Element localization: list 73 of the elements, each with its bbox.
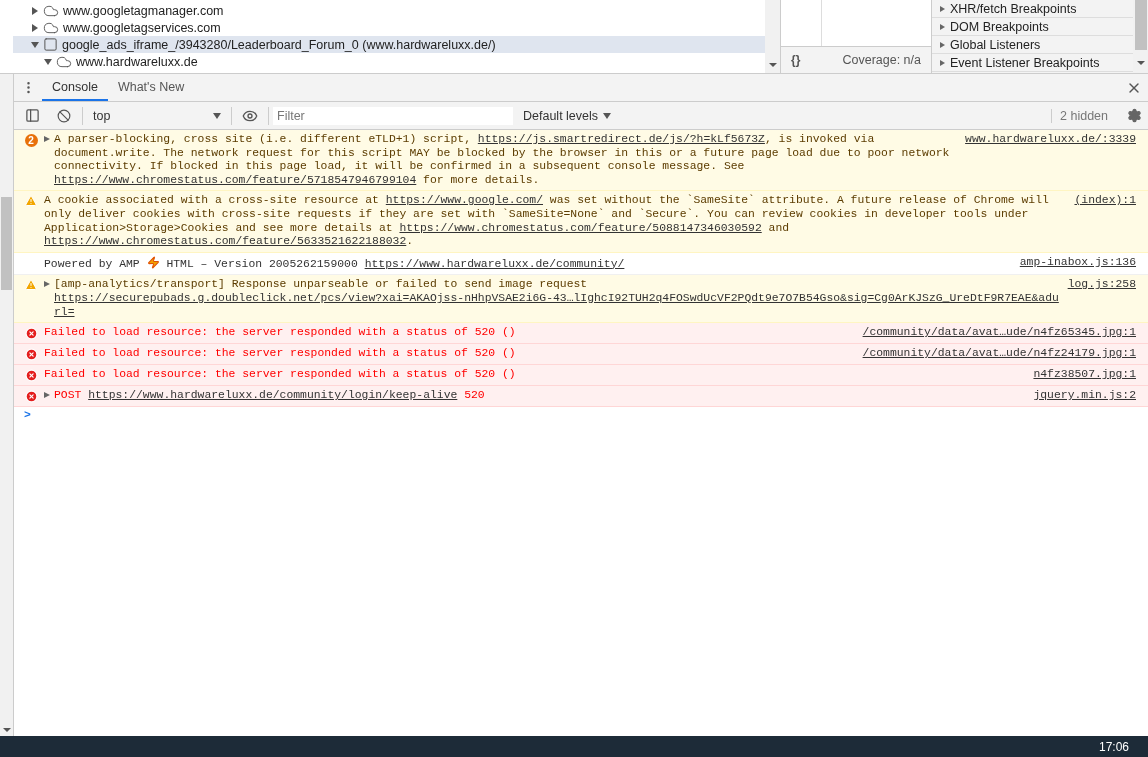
hidden-count: 2 hidden — [1051, 108, 1116, 123]
expand-arrow-icon[interactable] — [44, 281, 50, 288]
message-text: Failed to load resource: the server responded with a status of 520 () — [44, 326, 517, 340]
scrollbar[interactable] — [1133, 0, 1148, 73]
source-link[interactable]: n4fz38507.jpg:1 — [1033, 368, 1136, 382]
expand-arrow-icon[interactable] — [940, 41, 945, 48]
section-title: Event Listener Breakpoints — [950, 55, 1100, 70]
message-link[interactable]: https://www.hardwareluxx.de/community/login/keep-alive — [88, 389, 458, 403]
pretty-print-button[interactable]: {} — [791, 53, 801, 67]
source-link[interactable]: /community/data/avat…ude/n4fz65345.jpg:1 — [862, 326, 1136, 340]
expand-arrow-icon[interactable] — [44, 136, 50, 142]
message-link[interactable]: https://www.chromestatus.com/feature/5718547946799104 — [54, 173, 417, 188]
message-link[interactable]: https://www.hardwareluxx.de/community/ — [364, 257, 625, 272]
warning-icon — [25, 195, 37, 208]
message-link[interactable]: https://www.google.com/ — [385, 194, 543, 208]
message-text: Failed to load resource: the server responded with a status of 520 () — [44, 347, 517, 361]
section-title: Global Listeners — [950, 37, 1041, 52]
scrollbar[interactable] — [0, 74, 13, 736]
expand-arrow-icon[interactable] — [32, 6, 38, 15]
expand-arrow-icon[interactable] — [940, 5, 945, 12]
message-link[interactable]: https://securepubads.g.doubleclick.net/pcs/view?xai=AKAOjss-nHhpVSAE2i6G-43…lIghcI92TUH2q4FOSwdUcVF2PQdt9e7O7B54Gso&sig=Cg0ArKJSzG_UreDtF9R7EAE&adurl= — [54, 291, 1060, 320]
message-count: 2 — [24, 134, 38, 147]
message-text: POST https://www.hardwareluxx.de/community/login/keep-alive 520 — [54, 389, 486, 403]
source-link[interactable]: log.js:258 — [1067, 278, 1136, 292]
sidebar-toggle-icon[interactable] — [24, 108, 40, 123]
tree-label: www.hardwareluxx.de — [76, 54, 198, 69]
tree-item[interactable]: www.googletagmanager.com — [13, 2, 765, 19]
clear-console-icon[interactable] — [57, 108, 71, 123]
lightning-icon — [146, 255, 160, 269]
source-link[interactable]: amp-inabox.js:136 — [1019, 255, 1136, 270]
breakpoint-section[interactable]: XHR/fetch Breakpoints — [932, 0, 1133, 18]
section-title: DOM Breakpoints — [950, 19, 1049, 34]
message-link[interactable]: https://js.smartredirect.de/js/?h=kLf5673Z — [477, 133, 765, 147]
frame-icon — [43, 37, 58, 52]
source-link[interactable]: jquery.min.js:2 — [1033, 389, 1136, 403]
message-text: A cookie associated with a cross-site resource at https://www.google.com/ was set without the `SameSite` attribute. A future release of Chrome will only deliver cookies with cross-site requests if they are set with `SameSite=None` and `Secure`. You can review cookies in developer tools under Application>Storage>Cookies and see more details at https://www.chromestatus.com/feature/5088147346030592 and https://www.chromestatus.com/feature/5633521622188032. — [44, 194, 1050, 249]
source-link[interactable]: /community/data/avat…ude/n4fz24179.jpg:1 — [862, 347, 1136, 361]
tree-item[interactable]: www.hardwareluxx.de — [13, 53, 765, 70]
message-link[interactable]: https://www.chromestatus.com/feature/5088147346030592 — [399, 221, 762, 236]
context-select[interactable]: top — [87, 108, 227, 123]
tree-label: google_ads_iframe_/3943280/Leaderboard_Forum_0 (www.hardwareluxx.de/) — [62, 37, 496, 52]
coverage-label: Coverage: n/a — [842, 53, 921, 67]
section-title: XHR/fetch Breakpoints — [950, 1, 1077, 16]
tree-label: www.googletagservices.com — [63, 20, 221, 35]
error-icon — [24, 369, 38, 383]
warning-icon — [25, 279, 37, 292]
message-text: [amp-analytics/transport] Response unparseable or failed to send image request https://securepubads.g.doubleclick.net/pcs/view?xai=AKAOjss-nHhpVSAE2i6G-43…lIghcI92TUH2q4FOSwdUcVF2PQdt9e7O7B54Gso&sig=Cg0ArKJSzG_UreDtF9R7EAE&adurl= — [54, 278, 1060, 320]
expand-arrow-icon[interactable] — [44, 58, 52, 65]
message-text: Failed to load resource: the server responded with a status of 520 () — [44, 368, 517, 382]
message-text: A parser-blocking, cross site (i.e. different eTLD+1) script, https://js.smartredirect.de/js/?h=kLf5673Z, is invoked via document.write. The network request for this script MAY be blocked by the browser in this or a future page load due to poor network connectivity. If blocked in this page load, it will be confirmed in a subsequent console message. See https://www.chromestatus.com/feature/5718547946799104 for more details. — [54, 133, 951, 188]
scrollbar[interactable] — [765, 0, 780, 73]
console-prompt[interactable]: > — [14, 407, 1148, 423]
expand-arrow-icon[interactable] — [940, 23, 945, 30]
settings-icon[interactable] — [1126, 108, 1142, 123]
error-icon — [24, 327, 38, 341]
source-link[interactable]: www.hardwareluxx.de/:3339 — [965, 133, 1136, 147]
breakpoint-section[interactable]: DOM Breakpoints — [932, 18, 1133, 36]
filter-field[interactable]: Filter — [273, 106, 513, 125]
taskbar-clock: 17:06 — [1098, 739, 1129, 754]
tree-label: www.googletagmanager.com — [63, 3, 224, 18]
expand-arrow-icon[interactable] — [31, 41, 39, 48]
error-icon — [24, 390, 38, 404]
breakpoint-section[interactable]: Global Listeners — [932, 36, 1133, 54]
levels-dropdown[interactable]: Default levels — [523, 108, 612, 123]
error-icon — [24, 348, 38, 362]
expand-arrow-icon[interactable] — [44, 392, 50, 399]
message-text: Powered by AMP HTML – Version 2005262159000 https://www.hardwareluxx.de/community/ — [44, 255, 626, 272]
breakpoint-section[interactable]: Event Listener Breakpoints — [932, 54, 1133, 72]
expand-arrow-icon[interactable] — [940, 59, 945, 66]
tree-item[interactable]: google_ads_iframe_/3943280/Leaderboard_Forum_0 (www.hardwareluxx.de/) — [13, 36, 765, 53]
drawer-tab[interactable]: What's New — [107, 74, 195, 101]
message-link[interactable]: https://www.chromestatus.com/feature/5633521622188032 — [44, 235, 407, 249]
source-link[interactable]: (index):1 — [1074, 194, 1136, 208]
